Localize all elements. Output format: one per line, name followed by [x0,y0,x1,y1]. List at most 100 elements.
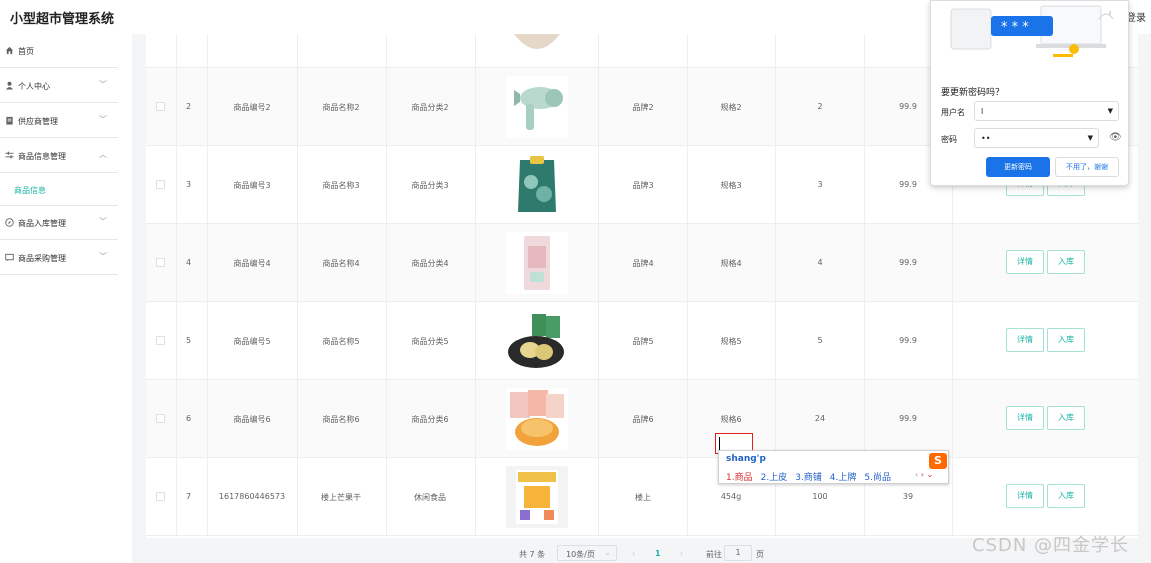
password-select[interactable]: •• ▼ [974,128,1099,148]
sidebar-item-profile[interactable]: 个人中心 ﹀ [0,69,118,103]
row-checkbox[interactable] [156,414,165,423]
svg-text:* * *: * * * [1001,20,1029,35]
row-index: 7 [186,492,192,501]
row-checkbox[interactable] [156,102,165,111]
sidebar-item-supplier[interactable]: 供应商管理 ﹀ [0,104,118,138]
chevron-down-icon: ⌄ [604,548,611,557]
product-image [506,232,568,294]
ime-candidate-window[interactable]: shang'p S 1.商品 2.上皮 3.商铺 4.上牌 5.尚品 ‹ › ⌄ [718,450,949,484]
table-row: 5 商品编号5 商品名称5 商品分类5 品牌5 规格5 5 99.9 详情 入库 [146,302,1138,380]
sidebar-item-label: 商品采购管理 [18,254,66,263]
detail-button[interactable]: 详情 [1006,484,1044,508]
sidebar-subitem-product-info[interactable]: 商品信息 [0,174,118,206]
sogou-logo-icon: S [929,453,947,469]
detail-button[interactable]: 详情 [1006,250,1044,274]
table-row: 4 商品编号4 商品名称4 商品分类4 品牌4 规格4 4 99.9 详情 入库 [146,224,1138,302]
sidebar-item-label: 个人中心 [18,82,50,91]
dismiss-password-button[interactable]: 不用了，谢谢 [1055,157,1119,177]
ime-candidate[interactable]: 4.上牌 [830,473,857,483]
sidebar-item-label: 商品入库管理 [18,219,66,228]
sidebar-item-purchase[interactable]: 商品采购管理 ﹀ [0,241,118,275]
compass-icon [5,218,14,227]
next-page-icon[interactable]: › [680,549,683,558]
row-index: 5 [186,336,192,345]
sidebar-item-product-info[interactable]: 商品信息管理 ︿ [0,139,118,173]
sidebar-item-stock-in[interactable]: 商品入库管理 ﹀ [0,206,118,240]
product-image [506,466,568,528]
pagination-total: 共 7 条 [519,550,546,559]
product-brand: 品牌2 [632,103,654,112]
home-icon [5,46,14,55]
sidebar-item-label: 商品信息管理 [18,152,66,161]
dropdown-arrow-icon: ▼ [1087,134,1093,142]
product-category: 商品分类5 [411,337,449,346]
user-icon [5,81,14,90]
chevron-up-icon: ︿ [99,150,107,159]
product-brand: 品牌5 [632,337,654,346]
stock-in-button[interactable]: 入库 [1047,328,1085,352]
product-quantity: 3 [817,180,823,189]
product-price: 99.9 [899,336,917,345]
product-spec: 454g [720,492,742,501]
product-category: 商品分类4 [411,259,449,268]
eye-icon[interactable]: 👁 [1109,132,1122,143]
chevron-down-icon: ﹀ [99,217,107,226]
row-checkbox[interactable] [156,258,165,267]
product-name: 楼上芒果干 [321,493,361,502]
goto-page-input[interactable]: 1 [724,545,752,561]
ime-pinyin: shang'p [726,454,766,464]
product-category: 商品分类6 [411,415,449,424]
ime-candidate[interactable]: 2.上皮 [761,473,788,483]
product-spec: 规格2 [720,103,742,112]
product-image [506,76,568,138]
login-link[interactable]: 登录 [1126,9,1146,24]
row-checkbox[interactable] [156,180,165,189]
sidebar-item-home[interactable]: 首页 [0,34,118,68]
product-code: 1617860446573 [218,492,286,501]
detail-button[interactable]: 详情 [1006,406,1044,430]
goto-suffix: 页 [756,550,764,559]
dropdown-arrow-icon: ▼ [1107,107,1113,115]
chevron-down-icon: ﹀ [99,115,107,124]
detail-button[interactable]: 详情 [1006,328,1044,352]
product-name: 商品名称2 [322,103,360,112]
product-spec: 规格5 [720,337,742,346]
product-price: 99.9 [899,102,917,111]
ime-page-nav[interactable]: ‹ › ⌄ [915,470,933,479]
text-cursor [719,437,720,450]
product-spec: 规格3 [720,181,742,190]
ime-candidate[interactable]: 3.商铺 [795,473,822,483]
product-category: 休闲食品 [414,493,446,502]
product-name: 商品名称3 [322,181,360,190]
product-brand: 品牌6 [632,415,654,424]
product-name: 商品名称4 [322,259,360,268]
product-code: 商品编号2 [233,103,271,112]
stock-in-button[interactable]: 入库 [1047,484,1085,508]
product-quantity: 24 [814,414,826,423]
page-size-select[interactable]: 10条/页 ⌄ [557,545,617,561]
ime-candidate[interactable]: 5.尚品 [864,473,891,483]
ime-candidate[interactable]: 1.商品 [726,473,753,483]
sidebar-item-label: 首页 [18,47,34,56]
prev-page-icon[interactable]: ‹ [632,549,635,558]
username-label: 用户名 [941,108,965,117]
row-checkbox[interactable] [156,492,165,501]
product-name: 商品名称5 [322,337,360,346]
product-image [506,388,568,450]
password-save-popup: * * * 要更新密码吗？ 用户名 l ▼ 密码 •• ▼ 👁 更新密码 不用了，谢… [930,0,1129,186]
product-quantity: 5 [817,336,823,345]
product-code: 商品编号4 [233,259,271,268]
password-illustration: * * * [941,1,1121,71]
stock-in-button[interactable]: 入库 [1047,250,1085,274]
app-title: 小型超市管理系统 [10,12,115,27]
product-quantity: 100 [812,492,828,501]
page-number-current[interactable]: 1 [655,549,661,558]
row-checkbox[interactable] [156,336,165,345]
watermark: CSDN @四金学长 [972,535,1130,556]
stock-in-button[interactable]: 入库 [1047,406,1085,430]
product-price: 39 [902,492,914,501]
username-select[interactable]: l ▼ [974,101,1119,121]
update-password-button[interactable]: 更新密码 [986,157,1050,177]
table-row: 7 1617860446573 楼上芒果干 休闲食品 楼上 454g 100 39 详情 入库 [146,458,1138,536]
clipboard-icon [5,116,14,125]
